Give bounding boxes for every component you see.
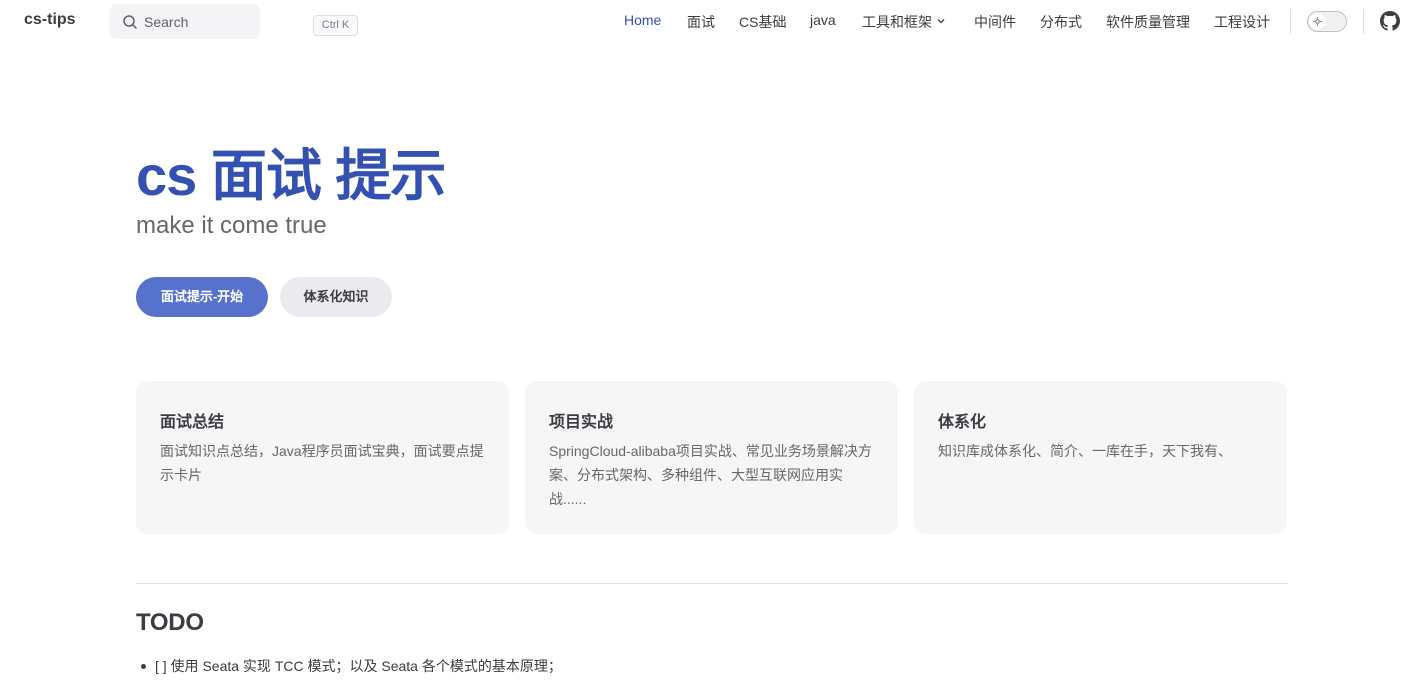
- sun-icon: [1313, 17, 1322, 26]
- content-divider: [136, 583, 1288, 584]
- search-icon: [122, 14, 138, 30]
- nav-link-home[interactable]: Home: [624, 12, 661, 28]
- search-shortcut: Ctrl K: [313, 15, 358, 36]
- nav-divider: [1290, 9, 1291, 34]
- nav-link-cs-basics[interactable]: CS基础: [739, 12, 786, 32]
- start-interview-button[interactable]: 面试提示-开始: [136, 277, 268, 317]
- nav-link-tools-frameworks-label: 工具和框架: [862, 14, 932, 30]
- list-item: [ ] 使用 Seata 实现 TCC 模式；以及 Seata 各个模式的基本原…: [136, 655, 562, 677]
- nav-link-java[interactable]: java: [810, 12, 836, 28]
- hero-title: cs 面试 提示: [136, 144, 446, 207]
- search-button[interactable]: Search Ctrl K: [109, 4, 358, 39]
- bullet: [141, 664, 146, 669]
- nav-link-tools-frameworks[interactable]: 工具和框架: [862, 12, 946, 32]
- feature-details: 面试知识点总结，Java程序员面试宝典，面试要点提示卡片: [160, 443, 484, 483]
- theme-toggle[interactable]: [1307, 11, 1347, 32]
- nav-link-interview[interactable]: 面试: [687, 12, 715, 32]
- site-title[interactable]: cs-tips: [24, 11, 76, 29]
- todo-list: [ ] 使用 Seata 实现 TCC 模式；以及 Seata 各个模式的基本原…: [136, 655, 562, 677]
- hero-tagline: make it come true: [136, 212, 327, 239]
- top-nav: cs-tips Search Ctrl K Home 面试 CS基础 java …: [0, 0, 1417, 42]
- feature-title: 体系化: [938, 414, 987, 431]
- feature-title: 面试总结: [160, 414, 225, 431]
- feature-card: 体系化 知识库成体系化、简介、一库在手，天下我有、: [914, 381, 1287, 534]
- feature-card: 项目实战 SpringCloud-alibaba项目实战、常见业务场景解决方案、…: [525, 381, 898, 534]
- nav-link-engineering-design[interactable]: 工程设计: [1214, 12, 1270, 32]
- nav-link-distributed[interactable]: 分布式: [1040, 12, 1082, 32]
- systematic-knowledge-button[interactable]: 体系化知识: [280, 277, 392, 317]
- feature-card: 面试总结 面试知识点总结，Java程序员面试宝典，面试要点提示卡片: [136, 381, 509, 534]
- feature-details: SpringCloud-alibaba项目实战、常见业务场景解决方案、分布式架构…: [549, 443, 872, 507]
- todo-item-text: [ ] 使用 Seata 实现 TCC 模式；以及 Seata 各个模式的基本原…: [155, 658, 562, 674]
- feature-title: 项目实战: [549, 414, 614, 431]
- search-label: Search: [144, 14, 189, 30]
- nav-divider: [1363, 9, 1364, 34]
- nav-link-middleware[interactable]: 中间件: [974, 12, 1016, 32]
- nav-link-quality-management[interactable]: 软件质量管理: [1106, 12, 1190, 32]
- github-icon[interactable]: [1380, 11, 1400, 31]
- feature-details: 知识库成体系化、简介、一库在手，天下我有、: [938, 443, 1232, 459]
- toggle-knob: [1309, 13, 1326, 30]
- chevron-down-icon: [936, 13, 946, 24]
- todo-heading: TODO: [136, 609, 204, 636]
